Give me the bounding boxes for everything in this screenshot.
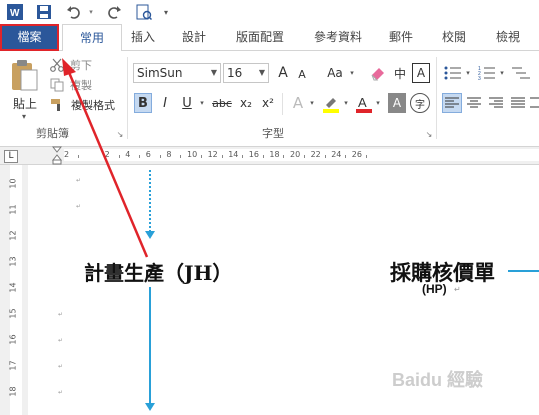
watermark: Baidu 經驗: [392, 370, 484, 390]
annotation-arrow: [62, 58, 149, 258]
